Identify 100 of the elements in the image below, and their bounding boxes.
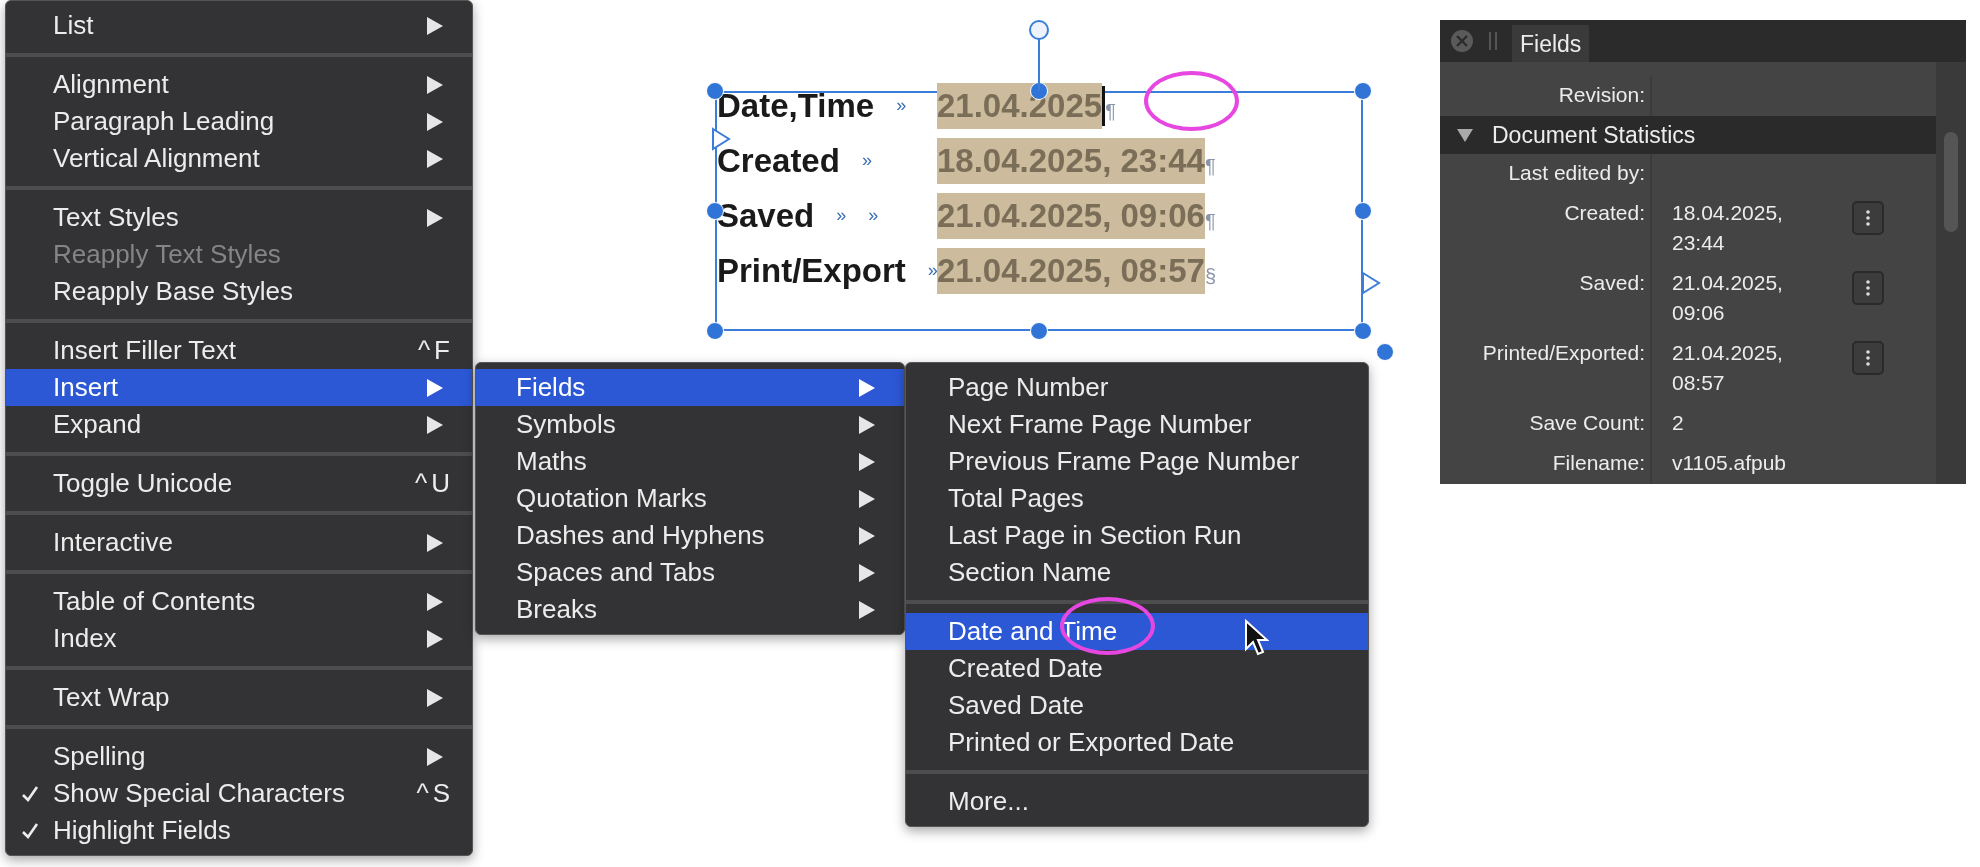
field-label: Created: <box>1440 194 1652 264</box>
text-label: Saved <box>717 196 815 235</box>
field-label: Last edited by: <box>1440 154 1652 194</box>
resize-handle[interactable] <box>1376 343 1394 361</box>
submenu-arrow-icon <box>426 148 444 169</box>
menu-item[interactable]: Paragraph Leading <box>6 103 472 140</box>
menu-item[interactable]: Interactive <box>6 524 472 561</box>
menu-item[interactable]: Spaces and Tabs <box>476 554 904 591</box>
more-icon <box>1865 209 1871 227</box>
menu-item[interactable]: Next Frame Page Number <box>906 406 1368 443</box>
field-label: Save Count: <box>1440 404 1652 444</box>
field-value: 2 <box>1672 410 1685 436</box>
menu-item[interactable]: Text Styles <box>6 199 472 236</box>
submenu-arrow-icon <box>426 628 444 649</box>
date-field: 18.04.2025, 23:44 <box>937 137 1205 184</box>
field-label: Saved: <box>1440 264 1652 334</box>
tab-mark: » <box>896 95 907 116</box>
menu-item[interactable]: Expand <box>6 406 472 443</box>
submenu-arrow-icon <box>426 687 444 708</box>
field-label: Filename: <box>1440 444 1652 484</box>
options-button[interactable] <box>1852 341 1884 375</box>
submenu-arrow-icon <box>858 451 876 472</box>
submenu-arrow-icon <box>426 591 444 612</box>
submenu-arrow-icon <box>426 532 444 553</box>
close-icon <box>1450 29 1474 53</box>
menu-item[interactable]: Alignment <box>6 66 472 103</box>
submenu-arrow-icon <box>426 74 444 95</box>
submenu-arrow-icon <box>858 488 876 509</box>
section-header[interactable]: Document Statistics <box>1440 116 1936 154</box>
more-icon <box>1865 279 1871 297</box>
menu-item[interactable]: Symbols <box>476 406 904 443</box>
paragraph-mark: ¶ <box>1204 210 1216 233</box>
menu-item[interactable]: Insert <box>6 369 472 406</box>
menu-item[interactable]: Maths <box>476 443 904 480</box>
menu-item[interactable]: Section Name <box>906 554 1368 591</box>
menu-item[interactable]: Dashes and Hyphens <box>476 517 904 554</box>
menu-item[interactable]: Total Pages <box>906 480 1368 517</box>
resize-handle[interactable] <box>1030 322 1048 340</box>
resize-handle[interactable] <box>1354 322 1372 340</box>
tab-mark: » <box>836 205 847 226</box>
field-value: 21.04.2025, 09:06 <box>1672 270 1784 326</box>
menu-item[interactable]: Toggle Unicode ^U <box>6 465 472 502</box>
menu-item[interactable]: Reapply Base Styles <box>6 273 472 310</box>
submenu-arrow-icon <box>426 414 444 435</box>
menu-item[interactable]: Previous Frame Page Number <box>906 443 1368 480</box>
submenu-arrow-icon <box>858 414 876 435</box>
submenu-arrow-icon <box>426 377 444 398</box>
menu-item[interactable]: Saved Date <box>906 687 1368 724</box>
submenu-arrow-icon <box>426 111 444 132</box>
disclosure-triangle-icon <box>1456 127 1474 143</box>
resize-handle[interactable] <box>1354 202 1372 220</box>
scrollbar-thumb[interactable] <box>1944 132 1958 232</box>
menu-item[interactable]: More... <box>906 783 1368 820</box>
menu-item[interactable]: Quotation Marks <box>476 480 904 517</box>
rotate-handle[interactable] <box>1029 20 1049 40</box>
text-label: Date,Time <box>717 86 875 125</box>
menu-item[interactable]: Insert Filler Text ^F <box>6 332 472 369</box>
menu-item[interactable]: Printed or Exported Date <box>906 724 1368 761</box>
submenu-arrow-icon <box>858 525 876 546</box>
options-button[interactable] <box>1852 271 1884 305</box>
text-label: Print/Export <box>717 251 906 290</box>
field-value: 18.04.2025, 23:44 <box>1672 200 1784 256</box>
menu-item[interactable]: Index <box>6 620 472 657</box>
menu-item[interactable]: Spelling <box>6 738 472 775</box>
paragraph-mark: ¶ <box>1105 100 1116 123</box>
menu-item[interactable]: Created Date <box>906 650 1368 687</box>
submenu-arrow-icon <box>426 15 444 36</box>
submenu-arrow-icon <box>858 599 876 620</box>
field-value: 21.04.2025, 08:57 <box>1672 340 1784 396</box>
menu-item[interactable]: Last Page in Section Run <box>906 517 1368 554</box>
menu-item[interactable]: Text Wrap <box>6 679 472 716</box>
paragraph-mark: § <box>1204 265 1217 288</box>
field-label: Printed/Exported: <box>1440 334 1652 404</box>
text-label: Created <box>717 141 840 180</box>
menu-item[interactable]: Fields <box>476 369 904 406</box>
panel-tab[interactable]: Fields <box>1512 25 1590 62</box>
drag-grip-icon <box>1488 30 1498 52</box>
submenu-arrow-icon <box>426 207 444 228</box>
date-field: 21.04.2025, 08:57 <box>937 247 1205 294</box>
submenu-arrow-icon <box>858 377 876 398</box>
field-value: v1105.afpub <box>1672 450 1788 476</box>
menu-item[interactable]: List <box>6 7 472 44</box>
menu-item[interactable]: Breaks <box>476 591 904 628</box>
tab-mark: » <box>868 205 879 226</box>
date-field: 21.04.2025, 09:06 <box>937 192 1205 239</box>
menu-item[interactable]: Table of Contents <box>6 583 472 620</box>
pointer-cursor-icon <box>1243 619 1269 657</box>
more-icon <box>1865 349 1871 367</box>
menu-item[interactable]: Page Number <box>906 369 1368 406</box>
tab-mark: » <box>927 260 938 281</box>
text-flow-marker-icon <box>1361 271 1381 295</box>
menu-item[interactable]: Highlight Fields <box>6 812 472 849</box>
menu-item[interactable]: Show Special Characters ^S <box>6 775 472 812</box>
submenu-arrow-icon <box>426 746 444 767</box>
submenu-arrow-icon <box>858 562 876 583</box>
resize-handle[interactable] <box>706 322 724 340</box>
options-button[interactable] <box>1852 201 1884 235</box>
date-field: 21.04.2025 <box>937 82 1103 129</box>
resize-handle[interactable] <box>1354 82 1372 100</box>
menu-item[interactable]: Vertical Alignment <box>6 140 472 177</box>
